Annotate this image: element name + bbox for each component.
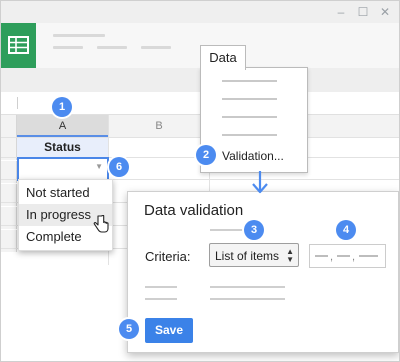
dialog-placeholder-line	[210, 298, 285, 300]
data-menu-dropdown: Validation...	[200, 67, 308, 173]
selected-cell[interactable]: ▼	[17, 157, 109, 181]
maximize-button[interactable]: ☐	[355, 4, 371, 20]
menu-item-validation[interactable]: Validation...	[222, 149, 284, 163]
header-placeholder-line	[97, 46, 127, 49]
list-values-input[interactable]: , ,	[309, 244, 386, 268]
menu-placeholder-item[interactable]	[222, 80, 277, 82]
header-placeholder-line	[53, 34, 105, 37]
column-header-a[interactable]: A	[17, 115, 108, 137]
step-badge-1: 1	[52, 97, 72, 117]
dialog-placeholder-line	[145, 286, 177, 288]
list-values-placeholder: , ,	[315, 251, 378, 263]
close-button[interactable]: ✕	[377, 4, 393, 20]
menu-data[interactable]: Data	[200, 45, 246, 70]
dialog-placeholder-line	[145, 298, 177, 300]
status-header-cell[interactable]: Status	[17, 138, 108, 157]
save-button[interactable]: Save	[145, 318, 193, 343]
criteria-select[interactable]: List of items ▲ ▼	[209, 243, 299, 267]
svg-text:,: ,	[352, 251, 355, 263]
menu-placeholder-item[interactable]	[222, 134, 277, 136]
spreadsheet-window: – ☐ ✕ A B Status ▼ Not started In progre…	[0, 0, 400, 362]
step-badge-5: 5	[119, 319, 139, 339]
dropdown-arrow-icon[interactable]: ▼	[95, 162, 103, 171]
title-bar: – ☐ ✕	[1, 1, 399, 23]
svg-text:,: ,	[330, 251, 333, 263]
select-all-corner[interactable]	[1, 115, 17, 138]
dialog-placeholder-line	[210, 286, 285, 288]
step-badge-3: 3	[244, 220, 264, 240]
minimize-button[interactable]: –	[333, 4, 349, 20]
criteria-label: Criteria:	[145, 249, 191, 264]
header-placeholder-line	[141, 46, 171, 49]
step-badge-2: 2	[196, 145, 216, 165]
column-header-b[interactable]: B	[109, 115, 209, 137]
dropdown-option-not-started[interactable]: Not started	[19, 182, 112, 204]
data-validation-dialog: Data validation Criteria: List of items …	[127, 191, 399, 353]
step-badge-4: 4	[336, 220, 356, 240]
header-placeholder-line	[53, 46, 83, 49]
menu-placeholder-item[interactable]	[222, 116, 277, 118]
app-logo	[1, 23, 36, 68]
formula-divider	[17, 97, 18, 109]
dialog-title: Data validation	[144, 202, 244, 219]
criteria-select-value: List of items	[215, 249, 280, 263]
arrow-down-icon	[252, 171, 268, 194]
menu-placeholder-item[interactable]	[222, 98, 277, 100]
step-badge-6: 6	[109, 157, 129, 177]
hand-pointer-icon	[93, 215, 109, 233]
select-arrows-icon: ▲ ▼	[286, 247, 294, 264]
sheets-icon	[8, 36, 29, 54]
